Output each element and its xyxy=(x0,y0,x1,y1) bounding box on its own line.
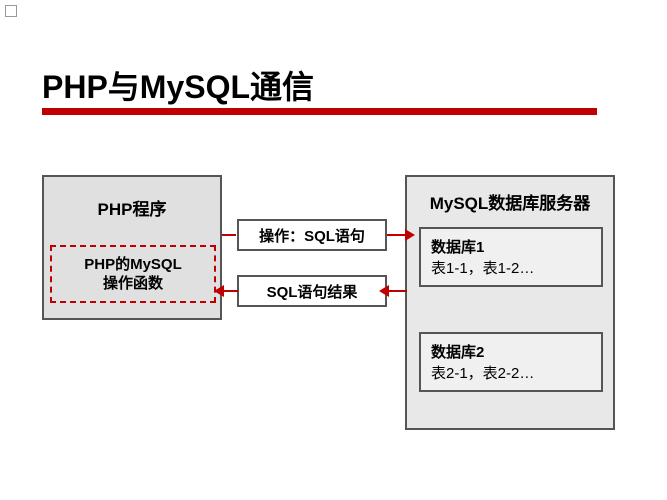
arrow-op1-to-mysql-head xyxy=(405,229,415,241)
mysql-box-title: MySQL数据库服务器 xyxy=(407,177,613,214)
arrow-php-to-op1 xyxy=(222,234,236,236)
sql-statement-box: 操作：SQL语句 xyxy=(237,219,387,251)
database-2-box: 数据库2 表2-1，表2-2… xyxy=(419,332,603,392)
mysql-server-box: MySQL数据库服务器 数据库1 表1-1，表1-2… 数据库2 表2-1，表2… xyxy=(405,175,615,430)
php-inner-line1: PHP的MySQL xyxy=(84,255,182,275)
arrow-op2-to-php-line xyxy=(222,290,238,292)
php-mysql-functions-box: PHP的MySQL 操作函数 xyxy=(50,245,216,303)
arrow-op1-to-mysql-line xyxy=(387,234,407,236)
php-program-box: PHP程序 PHP的MySQL 操作函数 xyxy=(42,175,222,320)
sql-result-box: SQL语句结果 xyxy=(237,275,387,307)
slide-corner-mark xyxy=(5,5,17,17)
database-1-box: 数据库1 表1-1，表1-2… xyxy=(419,227,603,287)
db1-title: 数据库1 xyxy=(431,237,591,258)
arrow-mysql-to-op2-head xyxy=(379,285,389,297)
arrow-mysql-to-op2-line xyxy=(387,290,407,292)
php-inner-line2: 操作函数 xyxy=(103,274,163,294)
db2-tables: 表2-1，表2-2… xyxy=(431,363,591,384)
arrow-op2-to-php-head xyxy=(214,285,224,297)
slide-title: PHP与MySQL通信 xyxy=(42,62,314,108)
db1-tables: 表1-1，表1-2… xyxy=(431,258,591,279)
title-underline xyxy=(42,108,597,115)
php-box-title: PHP程序 xyxy=(44,177,220,220)
db2-title: 数据库2 xyxy=(431,342,591,363)
